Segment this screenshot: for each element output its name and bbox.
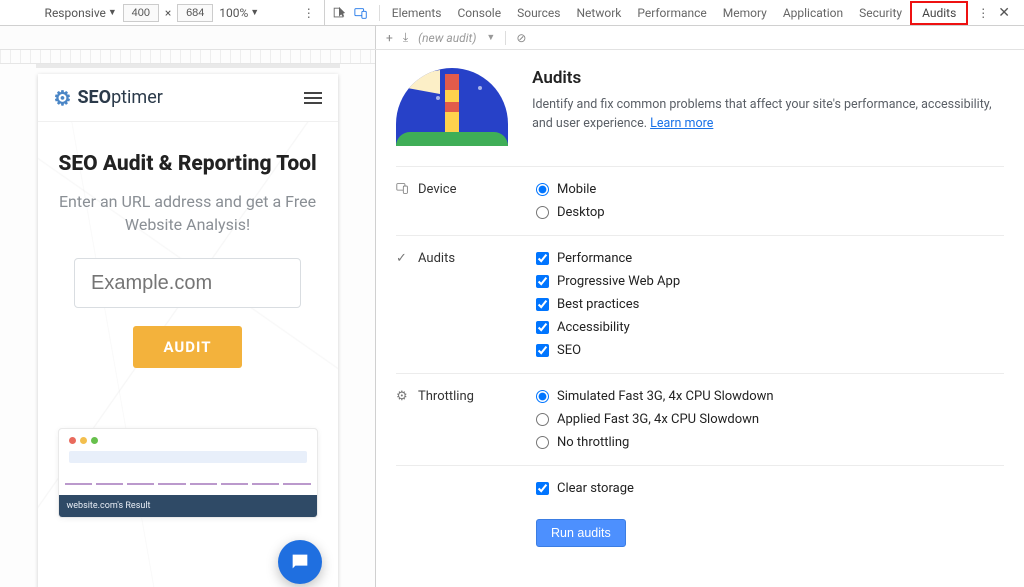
config-section-audits: ✓ Audits Performance Progressive Web App… xyxy=(396,235,1004,373)
audit-option-seo[interactable]: SEO xyxy=(536,343,1004,358)
lighthouse-illustration xyxy=(396,68,508,146)
site-logo[interactable]: ⚙ SEOptimer xyxy=(54,86,163,110)
tab-console[interactable]: Console xyxy=(449,0,509,26)
top-toolbar: Responsive ▼ × 100% ▼ ⋮ Elements Console… xyxy=(0,0,1024,26)
brand-strong: SEO xyxy=(77,87,111,108)
tab-performance[interactable]: Performance xyxy=(629,0,714,26)
config-section-clear-storage: Clear storage xyxy=(396,465,1004,511)
toggle-device-toolbar-icon[interactable] xyxy=(353,5,369,21)
learn-more-link[interactable]: Learn more xyxy=(650,116,713,131)
site-header: ⚙ SEOptimer xyxy=(38,74,338,122)
throttling-option-applied[interactable]: Applied Fast 3G, 4x CPU Slowdown xyxy=(536,412,1004,427)
viewport-width-input[interactable] xyxy=(123,4,159,22)
run-audits-button[interactable]: Run audits xyxy=(536,519,626,547)
viewport-resize-handle[interactable] xyxy=(36,64,340,68)
audits-sub-toolbar: + ⤓ (new audit) ▼ ⊘ xyxy=(0,26,1024,50)
preview-caption: website.com's Result xyxy=(59,495,317,517)
device-toolbar-menu-icon[interactable]: ⋮ xyxy=(302,6,316,20)
chat-widget-icon[interactable] xyxy=(278,540,322,584)
config-section-throttling: ⚙ Throttling Simulated Fast 3G, 4x CPU S… xyxy=(396,373,1004,465)
audit-option-accessibility[interactable]: Accessibility xyxy=(536,320,1004,335)
inspect-element-icon[interactable] xyxy=(331,5,347,21)
checkbox-pwa[interactable] xyxy=(536,275,549,288)
result-preview-card: website.com's Result xyxy=(58,428,318,518)
zoom-dropdown[interactable]: 100% ▼ xyxy=(219,6,259,20)
hero-subtitle: Enter an URL address and get a Free Webs… xyxy=(56,190,320,236)
audits-description: Identify and fix common problems that af… xyxy=(532,96,1004,134)
devtools-tab-bar: Elements Console Sources Network Perform… xyxy=(325,0,1024,25)
hamburger-menu-icon[interactable] xyxy=(304,92,322,104)
window-dots-icon xyxy=(69,437,98,444)
checkbox-clear-storage[interactable] xyxy=(536,482,549,495)
dimension-separator: × xyxy=(165,6,171,20)
tab-memory[interactable]: Memory xyxy=(715,0,775,26)
radio-simulated-3g[interactable] xyxy=(536,390,549,403)
config-section-device: Device Mobile Desktop xyxy=(396,166,1004,235)
throttling-option-simulated[interactable]: Simulated Fast 3G, 4x CPU Slowdown xyxy=(536,389,1004,404)
checkbox-performance[interactable] xyxy=(536,252,549,265)
main-area: ⚙ SEOptimer SEO Audit & Reporting Tool E… xyxy=(0,50,1024,587)
new-audit-icon[interactable]: + xyxy=(386,31,393,45)
tab-elements[interactable]: Elements xyxy=(384,0,450,26)
clear-storage-option[interactable]: Clear storage xyxy=(536,481,1004,496)
device-icon xyxy=(396,182,410,199)
emulated-page: ⚙ SEOptimer SEO Audit & Reporting Tool E… xyxy=(38,74,338,587)
check-icon: ✓ xyxy=(396,251,410,266)
hero-title: SEO Audit & Reporting Tool xyxy=(56,152,320,176)
tab-sources[interactable]: Sources xyxy=(509,0,568,26)
checkbox-accessibility[interactable] xyxy=(536,321,549,334)
device-viewport-column: ⚙ SEOptimer SEO Audit & Reporting Tool E… xyxy=(0,50,376,587)
audits-label: Audits xyxy=(418,251,455,266)
ruler-horizontal xyxy=(0,50,375,64)
radio-no-throttling[interactable] xyxy=(536,436,549,449)
close-devtools-icon[interactable]: ✕ xyxy=(998,5,1010,21)
brand-rest: ptimer xyxy=(111,87,163,108)
zoom-label: 100% xyxy=(219,6,248,20)
tab-network[interactable]: Network xyxy=(568,0,629,26)
tab-security[interactable]: Security xyxy=(851,0,910,26)
viewport-height-input[interactable] xyxy=(177,4,213,22)
radio-desktop[interactable] xyxy=(536,206,549,219)
throttling-label: Throttling xyxy=(418,389,474,404)
responsive-mode-label: Responsive xyxy=(45,6,106,20)
radio-applied-3g[interactable] xyxy=(536,413,549,426)
checkbox-seo[interactable] xyxy=(536,344,549,357)
audit-option-performance[interactable]: Performance xyxy=(536,251,1004,266)
device-label: Device xyxy=(418,182,457,197)
audits-panel: Audits Identify and fix common problems … xyxy=(376,50,1024,587)
audit-dropdown-placeholder[interactable]: (new audit) xyxy=(418,31,476,45)
audit-button[interactable]: AUDIT xyxy=(133,326,241,368)
checkbox-best-practices[interactable] xyxy=(536,298,549,311)
device-toolbar: Responsive ▼ × 100% ▼ ⋮ xyxy=(0,0,325,25)
chevron-down-icon: ▼ xyxy=(250,7,259,18)
hero-section: SEO Audit & Reporting Tool Enter an URL … xyxy=(38,122,338,388)
audit-option-pwa[interactable]: Progressive Web App xyxy=(536,274,1004,289)
radio-mobile[interactable] xyxy=(536,183,549,196)
clear-audits-icon[interactable]: ⊘ xyxy=(516,31,526,45)
url-input[interactable] xyxy=(74,258,301,308)
tab-audits[interactable]: Audits xyxy=(910,1,968,25)
gear-icon: ⚙ xyxy=(54,86,72,110)
chevron-down-icon: ▼ xyxy=(108,7,117,18)
responsive-mode-dropdown[interactable]: Responsive ▼ xyxy=(45,6,117,20)
tab-application[interactable]: Application xyxy=(775,0,851,26)
device-option-desktop[interactable]: Desktop xyxy=(536,205,1004,220)
download-report-icon[interactable]: ⤓ xyxy=(403,30,408,45)
devtools-menu-icon[interactable]: ⋮ xyxy=(976,6,990,20)
gear-icon: ⚙ xyxy=(396,389,410,404)
device-option-mobile[interactable]: Mobile xyxy=(536,182,1004,197)
audit-option-best-practices[interactable]: Best practices xyxy=(536,297,1004,312)
throttling-option-none[interactable]: No throttling xyxy=(536,435,1004,450)
audits-heading: Audits xyxy=(532,68,1004,88)
